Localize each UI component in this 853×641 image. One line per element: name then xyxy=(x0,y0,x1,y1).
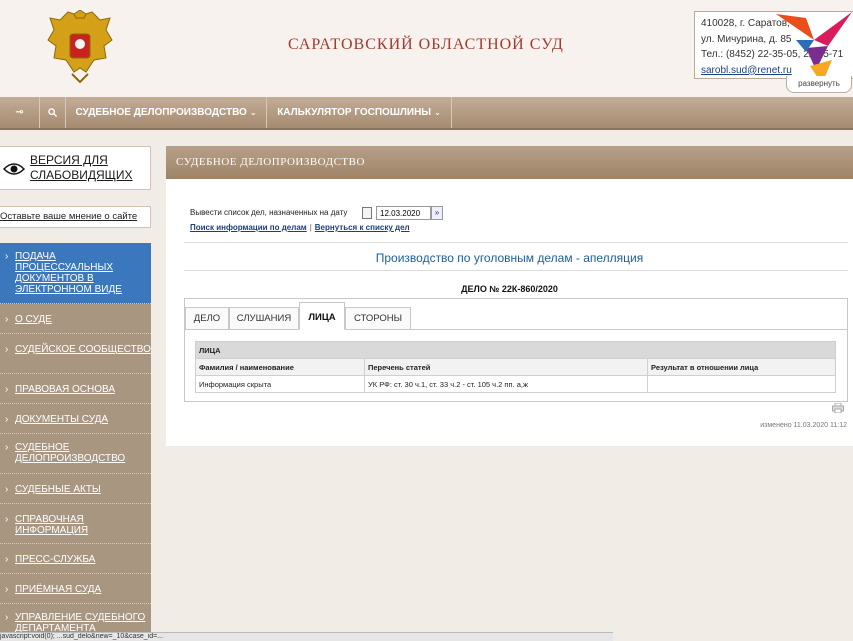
nav-fee-calculator[interactable]: КАЛЬКУЛЯТОР ГОСПОШЛИНЫ ⌄ xyxy=(267,97,452,128)
sidebar-item-court-documents[interactable]: › ДОКУМЕНТЫ СУДА xyxy=(0,404,151,434)
sidebar-item-label: ПРИЁМНАЯ СУДА xyxy=(15,584,102,595)
link-separator: | xyxy=(309,223,312,232)
back-to-list-link[interactable]: Вернуться к списку дел xyxy=(315,223,410,232)
calendar-icon[interactable] xyxy=(362,207,372,219)
case-tabs: ДЕЛО СЛУШАНИЯ ЛИЦА СТОРОНЫ ЛИЦА Фамилия … xyxy=(184,298,848,402)
sidebar-item-label: ДОКУМЕНТЫ СУДА xyxy=(15,414,109,425)
sidebar-item-electronic-filing[interactable]: › ПОДАЧА ПРОЦЕССУАЛЬНЫХ ДОКУМЕНТОВ В ЭЛЕК… xyxy=(0,243,151,304)
sidebar-item-label: ПОДАЧА ПРОЦЕССУАЛЬНЫХ ДОКУМЕНТОВ В ЭЛЕКТ… xyxy=(15,251,122,295)
low-vision-label: ВЕРСИЯ ДЛЯ СЛАБОВИДЯЩИХ xyxy=(30,153,133,182)
case-links: Поиск информации по делам | Вернуться к сп… xyxy=(190,223,410,232)
sidebar-item-reception[interactable]: › ПРИЁМНАЯ СУДА xyxy=(0,574,151,604)
chevron-down-icon: ⌄ xyxy=(249,108,257,117)
sidebar-item-label: ПРЕСС-СЛУЖБА xyxy=(15,554,96,565)
low-vision-version-link[interactable]: ВЕРСИЯ ДЛЯ СЛАБОВИДЯЩИХ xyxy=(0,146,151,190)
chevron-right-icon: › xyxy=(5,554,9,565)
date-submit-button[interactable]: » xyxy=(431,206,443,220)
accessibility-icon: ⊸ xyxy=(15,107,24,118)
sidebar-item-label: ПРАВОВАЯ ОСНОВА xyxy=(15,384,115,395)
main-navbar: ⊸ СУДЕБНОЕ ДЕЛОПРОИЗВОДСТВО ⌄ КАЛЬКУЛЯТОР… xyxy=(0,97,853,130)
chevron-right-icon: › xyxy=(5,344,9,355)
sidebar-item-label: О СУДЕ xyxy=(15,314,52,325)
coat-of-arms-icon xyxy=(47,10,113,84)
sidebar-item-court-proceedings[interactable]: › СУДЕБНОЕ ДЕЛОПРОИЗВОДСТВО xyxy=(0,434,151,474)
articles-cell: УК РФ: ст. 30 ч.1, ст. 33 ч.2 - ст. 105 … xyxy=(364,375,648,393)
tab-hearings[interactable]: СЛУШАНИЯ xyxy=(229,307,299,330)
case-panel: Вывести список дел, назначенных на дату … xyxy=(166,179,853,446)
sidebar-item-judicial-acts[interactable]: › СУДЕБНЫЕ АКТЫ xyxy=(0,474,151,504)
table-row: Информация скрыта УК РФ: ст. 30 ч.1, ст.… xyxy=(195,375,836,393)
sidebar-item-press-service[interactable]: › ПРЕСС-СЛУЖБА xyxy=(0,544,151,574)
tab-parties[interactable]: СТОРОНЫ xyxy=(345,307,411,330)
sidebar-menu: › ПОДАЧА ПРОЦЕССУАЛЬНЫХ ДОКУМЕНТОВ В ЭЛЕК… xyxy=(0,243,151,640)
nav-court-proceedings-label: СУДЕБНОЕ ДЕЛОПРОИЗВОДСТВО xyxy=(75,107,247,118)
court-title: САРАТОВСКИЙ ОБЛАСТНОЙ СУД xyxy=(288,36,564,53)
divider xyxy=(184,242,848,243)
expand-contacts-button[interactable]: развернуть xyxy=(786,76,852,93)
search-cases-link[interactable]: Поиск информации по делам xyxy=(190,223,307,232)
search-icon xyxy=(48,108,58,117)
case-number: ДЕЛО № 22К-860/2020 xyxy=(461,284,558,294)
chevron-right-icon: › xyxy=(5,314,9,325)
tab-case[interactable]: ДЕЛО xyxy=(185,307,229,330)
date-input[interactable] xyxy=(376,206,431,220)
sidebar-item-reference-info[interactable]: › СПРАВОЧНАЯ ИНФОРМАЦИЯ xyxy=(0,504,151,544)
result-cell xyxy=(647,375,836,393)
chevron-right-icon: › xyxy=(5,484,9,495)
sidebar-item-label: СУДЕБНЫЕ АКТЫ xyxy=(15,484,101,495)
column-header-result: Результат в отношении лица xyxy=(647,358,836,376)
person-name-cell: Информация скрыта xyxy=(195,375,365,393)
sidebar-item-legal-basis[interactable]: › ПРАВОВАЯ ОСНОВА xyxy=(0,374,151,404)
date-filter-label: Вывести список дел, назначенных на дату xyxy=(190,208,348,217)
eye-icon xyxy=(3,163,25,175)
chevron-right-icon: › xyxy=(5,514,9,525)
sidebar-item-label: СУДЕЙСКОЕ СООБЩЕСТВО xyxy=(15,344,151,355)
chevron-right-icon: › xyxy=(5,612,9,623)
panel-title: СУДЕБНОЕ ДЕЛОПРОИЗВОДСТВО xyxy=(166,146,853,179)
sidebar-item-judicial-community[interactable]: › СУДЕЙСКОЕ СООБЩЕСТВО xyxy=(0,334,151,374)
sidebar-item-about[interactable]: › О СУДЕ xyxy=(0,304,151,334)
nav-fee-calculator-label: КАЛЬКУЛЯТОР ГОСПОШЛИНЫ xyxy=(277,107,432,118)
persons-section-label: ЛИЦА xyxy=(195,341,836,359)
chevron-right-icon: › xyxy=(5,251,9,262)
column-header-name: Фамилия / наименование xyxy=(195,358,365,376)
chevron-down-icon: ⌄ xyxy=(434,108,441,117)
sidebar-item-label: СПРАВОЧНАЯ ИНФОРМАЦИЯ xyxy=(15,514,89,536)
chevron-right-icon: › xyxy=(5,414,9,425)
tab-persons[interactable]: ЛИЦА xyxy=(299,302,345,330)
print-icon[interactable] xyxy=(832,403,844,413)
nav-court-proceedings[interactable]: СУДЕБНОЕ ДЕЛОПРОИЗВОДСТВО ⌄ xyxy=(66,97,267,128)
divider xyxy=(184,270,848,271)
nav-search-button[interactable] xyxy=(40,97,66,128)
chevron-right-icon: › xyxy=(5,442,9,453)
modified-timestamp: изменено 11.03.2020 11:12 xyxy=(760,422,847,429)
site-header: САРАТОВСКИЙ ОБЛАСТНОЙ СУД 410028, г. Сар… xyxy=(0,0,853,97)
feedback-link[interactable]: Оставьте ваше мнение о сайте xyxy=(0,206,151,228)
chevron-right-icon: › xyxy=(5,384,9,395)
sidebar-item-label: УПРАВЛЕНИЕ СУДЕБНОГО ДЕПАРТАМЕНТА xyxy=(15,612,146,634)
persons-table: ЛИЦА Фамилия / наименование Перечень ста… xyxy=(195,341,836,393)
chevron-right-icon: › xyxy=(5,584,9,595)
nav-visually-impaired-button[interactable]: ⊸ xyxy=(0,97,40,128)
sidebar-item-label: СУДЕБНОЕ ДЕЛОПРОИЗВОДСТВО xyxy=(15,442,126,464)
column-header-articles: Перечень статей xyxy=(364,358,648,376)
proceedings-type-title: Производство по уголовным делам - апелля… xyxy=(375,251,644,265)
